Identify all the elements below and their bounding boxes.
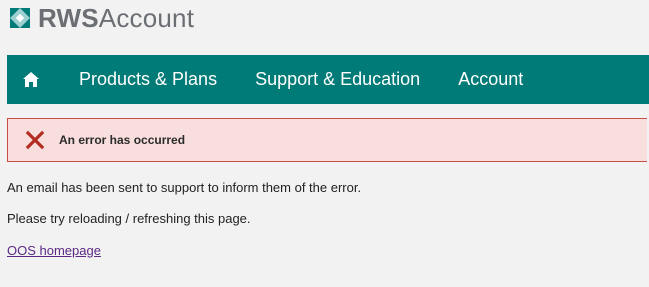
- brand-name-light: Account: [98, 3, 195, 33]
- rws-logo-icon: [10, 8, 30, 28]
- nav-item-products-plans[interactable]: Products & Plans: [55, 55, 236, 104]
- reload-hint-text: Please try reloading / refreshing this p…: [7, 211, 251, 226]
- error-message: An error has occurred: [59, 133, 186, 147]
- brand-logo[interactable]: RWSAccount: [8, 2, 194, 34]
- nav-item-support-education[interactable]: Support & Education: [236, 55, 439, 104]
- support-notice-text: An email has been sent to support to inf…: [7, 180, 362, 195]
- oos-homepage-link[interactable]: OOS homepage: [7, 243, 101, 258]
- nav-home-button[interactable]: [7, 55, 55, 104]
- main-navbar: Products & Plans Support & Education Acc…: [7, 55, 649, 104]
- error-x-icon: [25, 130, 45, 150]
- home-icon: [23, 72, 39, 87]
- error-alert: An error has occurred: [7, 118, 647, 162]
- nav-item-account[interactable]: Account: [439, 55, 542, 104]
- brand-name: RWSAccount: [38, 2, 194, 34]
- brand-name-bold: RWS: [38, 3, 99, 33]
